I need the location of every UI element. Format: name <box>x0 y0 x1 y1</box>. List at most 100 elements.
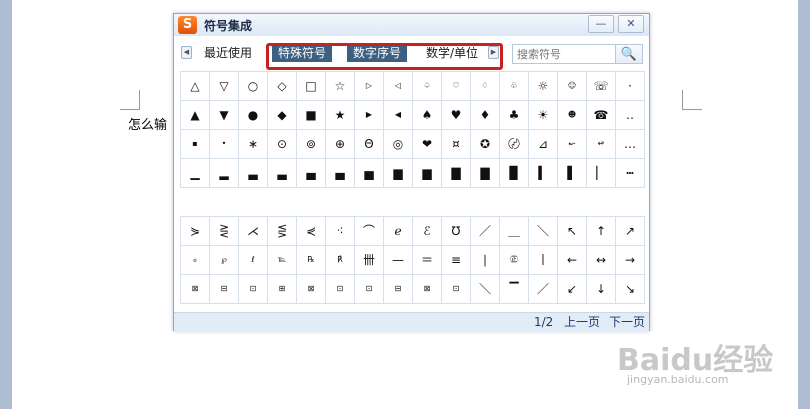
symbol-cell[interactable]: ↖ <box>558 217 587 246</box>
prev-page-link[interactable]: 上一页 <box>564 313 600 332</box>
symbol-cell[interactable]: ♡ <box>442 72 471 101</box>
symbol-cell[interactable]: ℞ <box>297 246 326 275</box>
symbol-cell[interactable]: ⊡ <box>355 275 384 304</box>
symbol-cell[interactable]: ↔ <box>587 246 616 275</box>
symbol-cell[interactable]: ／ <box>529 275 558 304</box>
symbol-cell[interactable]: ♣ <box>500 101 529 130</box>
symbol-cell[interactable]: ↙ <box>558 275 587 304</box>
symbol-cell[interactable]: ☀ <box>529 101 558 130</box>
minimize-button[interactable]: — <box>588 15 614 33</box>
symbol-cell[interactable]: ☎ <box>587 101 616 130</box>
symbol-cell[interactable]: ▷ <box>355 72 384 101</box>
symbol-cell[interactable]: ＼ <box>529 217 558 246</box>
symbol-cell[interactable]: ☏ <box>587 72 616 101</box>
symbol-cell[interactable]: ⋛ <box>210 217 239 246</box>
symbol-cell[interactable]: … <box>616 130 645 159</box>
search-input[interactable] <box>512 44 616 64</box>
symbol-cell[interactable]: ▄ <box>297 159 326 188</box>
symbol-cell[interactable]: ℴ <box>181 246 210 275</box>
symbol-cell[interactable]: ☺ <box>558 72 587 101</box>
symbol-cell[interactable]: ⊡ <box>239 275 268 304</box>
symbol-cell[interactable]: — <box>384 246 413 275</box>
symbol-cell[interactable]: ∗ <box>239 130 268 159</box>
symbol-cell[interactable]: ≡ <box>442 246 471 275</box>
symbol-cell[interactable]: ▄ <box>326 159 355 188</box>
symbol-cell[interactable]: ○ <box>239 72 268 101</box>
symbol-cell[interactable]: ⋞ <box>297 217 326 246</box>
symbol-cell[interactable]: ⊕ <box>326 130 355 159</box>
symbol-cell[interactable]: □ <box>297 72 326 101</box>
symbol-cell[interactable]: ◇ <box>268 72 297 101</box>
symbol-cell[interactable]: ⋟ <box>181 217 210 246</box>
symbol-cell[interactable]: ▔ <box>500 275 529 304</box>
symbol-cell[interactable]: ℰ <box>413 217 442 246</box>
symbol-cell[interactable]: ⊙ <box>268 130 297 159</box>
symbol-cell[interactable]: ◆ <box>268 101 297 130</box>
symbol-cell[interactable]: ⊿ <box>529 130 558 159</box>
symbol-cell[interactable]: ⊠ <box>297 275 326 304</box>
symbol-cell[interactable]: ■ <box>297 101 326 130</box>
symbol-cell[interactable]: · <box>616 72 645 101</box>
symbol-cell[interactable]: ▲ <box>181 101 210 130</box>
symbol-cell[interactable]: ℓ <box>239 246 268 275</box>
symbol-cell[interactable]: ▁ <box>181 159 210 188</box>
symbol-cell[interactable]: ◎ <box>384 130 413 159</box>
symbol-cell[interactable]: ℧ <box>442 217 471 246</box>
symbol-cell[interactable]: ↓ <box>587 275 616 304</box>
symbol-cell[interactable]: ♦ <box>471 101 500 130</box>
symbol-cell[interactable]: ↜ <box>558 130 587 159</box>
symbol-cell[interactable]: ＿ <box>500 217 529 246</box>
symbol-cell[interactable]: → <box>616 246 645 275</box>
symbol-cell[interactable]: ↫ <box>587 130 616 159</box>
symbol-cell[interactable]: ↘ <box>616 275 645 304</box>
symbol-cell[interactable]: ♢ <box>471 72 500 101</box>
symbol-cell[interactable]: ☼ <box>529 72 558 101</box>
symbol-cell[interactable]: • <box>210 130 239 159</box>
title-bar[interactable]: S 符号集成 — ✕ <box>174 14 649 36</box>
symbol-cell[interactable]: ⊟ <box>384 275 413 304</box>
symbol-cell[interactable]: ◀ <box>384 101 413 130</box>
symbol-cell[interactable]: ⊠ <box>413 275 442 304</box>
symbol-cell[interactable]: 〄 <box>500 130 529 159</box>
symbol-cell[interactable]: ⋚ <box>268 217 297 246</box>
symbol-cell[interactable]: 卌 <box>355 246 384 275</box>
symbol-cell[interactable]: ∣ <box>471 246 500 275</box>
symbol-cell[interactable]: ▏ <box>587 159 616 188</box>
symbol-cell[interactable]: ◁ <box>384 72 413 101</box>
symbol-cell[interactable]: ／ <box>471 217 500 246</box>
symbol-cell[interactable]: ⁖ <box>326 217 355 246</box>
symbol-cell[interactable]: ▶ <box>355 101 384 130</box>
symbol-cell[interactable]: ▅ <box>355 159 384 188</box>
symbol-cell[interactable]: ☆ <box>326 72 355 101</box>
symbol-cell[interactable]: ⊚ <box>297 130 326 159</box>
symbol-cell[interactable]: ★ <box>326 101 355 130</box>
symbol-cell[interactable]: ▽ <box>210 72 239 101</box>
symbol-cell[interactable]: ♥ <box>442 101 471 130</box>
symbol-cell[interactable]: ▪ <box>181 130 210 159</box>
search-icon[interactable]: 🔍 <box>616 44 643 64</box>
symbol-cell[interactable]: ┅ <box>616 159 645 188</box>
symbol-cell[interactable]: ↗ <box>616 217 645 246</box>
symbol-cell[interactable]: ♠ <box>413 101 442 130</box>
symbol-cell[interactable]: ℘ <box>210 246 239 275</box>
tab-recent[interactable]: 最近使用 <box>200 44 256 62</box>
symbol-cell[interactable]: ▂ <box>210 159 239 188</box>
symbol-cell[interactable]: ♧ <box>500 72 529 101</box>
symbol-cell[interactable]: ⊠ <box>181 275 210 304</box>
symbol-cell[interactable]: ▆ <box>384 159 413 188</box>
symbol-cell[interactable]: ⊡ <box>442 275 471 304</box>
symbol-cell[interactable]: ☻ <box>558 101 587 130</box>
symbol-cell[interactable]: ⌒ <box>355 217 384 246</box>
next-page-link[interactable]: 下一页 <box>609 313 645 332</box>
symbol-cell[interactable]: ← <box>558 246 587 275</box>
symbol-cell[interactable]: ¤ <box>442 130 471 159</box>
symbol-cell[interactable]: ℯ <box>384 217 413 246</box>
symbol-cell[interactable]: ▼ <box>210 101 239 130</box>
symbol-cell[interactable]: ♤ <box>413 72 442 101</box>
symbol-cell[interactable]: ▇ <box>442 159 471 188</box>
symbol-cell[interactable]: △ <box>181 72 210 101</box>
symbol-cell[interactable]: ＼ <box>471 275 500 304</box>
close-button[interactable]: ✕ <box>618 15 644 33</box>
symbol-cell[interactable]: ⊞ <box>268 275 297 304</box>
symbol-cell[interactable]: ⊟ <box>210 275 239 304</box>
